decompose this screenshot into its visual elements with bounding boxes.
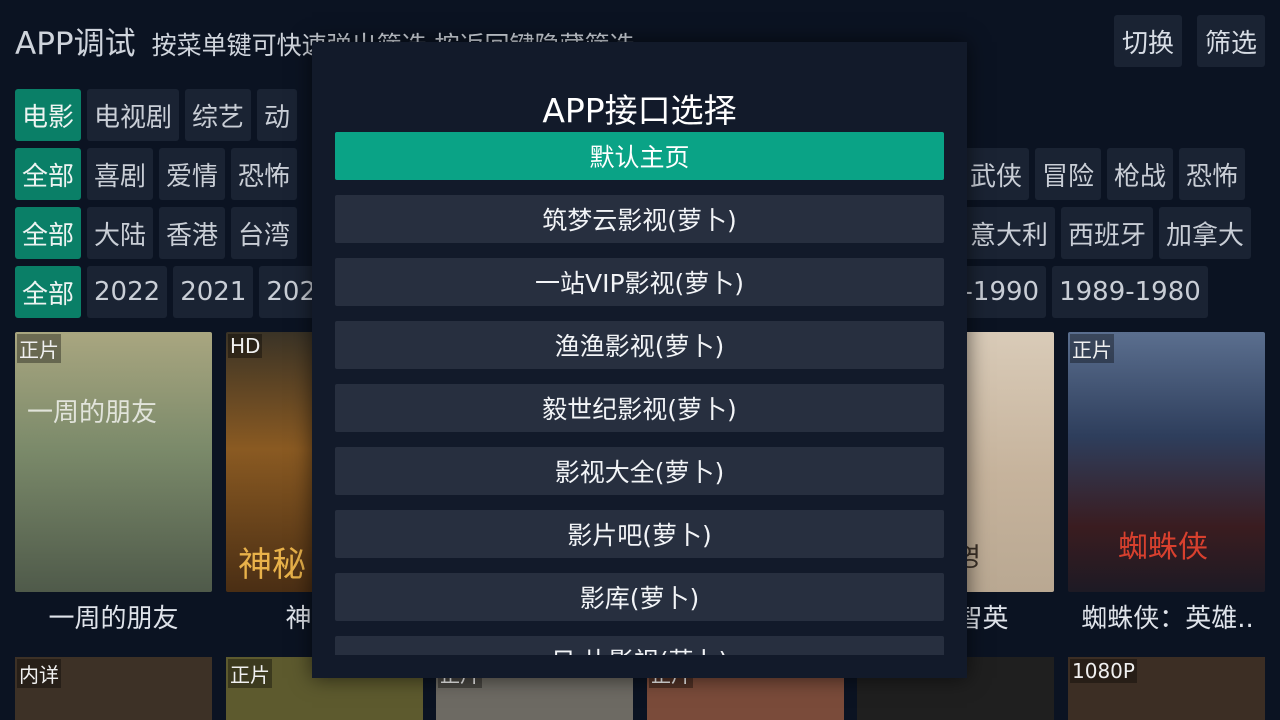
api-option[interactable]: 渔渔影视(萝卜) <box>335 321 944 369</box>
api-option[interactable]: 筑梦云影视(萝卜) <box>335 195 944 243</box>
genre-chip[interactable]: 爱情 <box>159 148 226 200</box>
genre-chip[interactable]: 冒险 <box>1035 148 1102 200</box>
genre-chip[interactable]: 恐怖 <box>1179 148 1246 200</box>
region-chip[interactable]: 台湾 <box>231 207 298 259</box>
poster-art-text: 蜘蛛侠 <box>1118 530 1208 565</box>
quality-badge: 正片 <box>228 659 272 688</box>
api-option[interactable]: 影视大全(萝卜) <box>335 447 944 495</box>
api-option-list[interactable]: 默认主页 筑梦云影视(萝卜) 一站VIP影视(萝卜) 渔渔影视(萝卜) 毅世纪影… <box>335 132 944 655</box>
switch-button[interactable]: 切换 <box>1114 15 1183 67</box>
app-title: APP调试 <box>15 26 136 62</box>
region-chip[interactable]: 大陆 <box>87 207 154 259</box>
quality-badge: 正片 <box>1070 334 1114 363</box>
api-select-dialog: APP接口选择 默认主页 筑梦云影视(萝卜) 一站VIP影视(萝卜) 渔渔影视(… <box>312 42 967 678</box>
category-row: 电影 电视剧 综艺动 <box>15 89 303 141</box>
year-row-right: 9-1990 1989-1980 <box>940 266 1214 318</box>
genre-row: 全部 喜剧 爱情 恐怖 <box>15 148 303 200</box>
quality-badge: 正片 <box>17 334 61 363</box>
region-chip[interactable]: 西班牙 <box>1061 207 1154 259</box>
poster-title[interactable]: 蜘蛛侠：英雄.. <box>1062 598 1273 635</box>
year-chip-all[interactable]: 全部 <box>15 266 82 318</box>
poster-art-text: 一周的朋友 <box>27 398 158 428</box>
year-chip[interactable]: 1989-1980 <box>1052 266 1208 318</box>
genre-chip-all[interactable]: 全部 <box>15 148 82 200</box>
filter-button[interactable]: 筛选 <box>1197 15 1266 67</box>
genre-row-right: 武侠 冒险 枪战 恐怖 <box>963 148 1251 200</box>
api-option[interactable]: 日 片影视(萝卜) <box>335 636 944 655</box>
poster-card[interactable]: 正片 一周的朋友 <box>15 332 212 592</box>
poster-title[interactable]: 一周的朋友 <box>8 598 219 635</box>
dialog-title: APP接口选择 <box>542 91 737 130</box>
api-option[interactable]: 影片吧(萝卜) <box>335 510 944 558</box>
region-chip[interactable]: 加拿大 <box>1159 207 1252 259</box>
category-chip-tv[interactable]: 电视剧 <box>87 89 180 141</box>
genre-chip[interactable]: 恐怖 <box>231 148 298 200</box>
category-chip-anime[interactable]: 动 <box>257 89 298 141</box>
quality-badge: 1080P <box>1070 659 1137 683</box>
genre-chip[interactable]: 枪战 <box>1107 148 1174 200</box>
quality-badge: HD <box>228 334 263 358</box>
api-option[interactable]: 毅世纪影视(萝卜) <box>335 384 944 432</box>
quality-badge: 内详 <box>17 659 61 688</box>
api-option[interactable]: 一站VIP影视(萝卜) <box>335 258 944 306</box>
region-row: 全部 大陆 香港 台湾 <box>15 207 303 259</box>
year-row: 全部 2022 2021 202 <box>15 266 329 318</box>
poster-card[interactable]: 内详 <box>15 657 212 720</box>
region-chip-all[interactable]: 全部 <box>15 207 82 259</box>
year-chip[interactable]: 2022 <box>87 266 168 318</box>
region-row-right: 意大利 西班牙 加拿大 <box>963 207 1257 259</box>
region-chip[interactable]: 意大利 <box>963 207 1056 259</box>
poster-art-text: 神秘 <box>238 545 306 585</box>
poster-card[interactable]: 正片 蜘蛛侠 <box>1068 332 1265 592</box>
genre-chip[interactable]: 喜剧 <box>87 148 154 200</box>
genre-chip[interactable]: 武侠 <box>963 148 1030 200</box>
category-chip-variety[interactable]: 综艺 <box>185 89 252 141</box>
category-chip-movie[interactable]: 电影 <box>15 89 82 141</box>
year-chip[interactable]: 2021 <box>173 266 254 318</box>
poster-card[interactable]: 1080P <box>1068 657 1265 720</box>
api-option[interactable]: 影库(萝卜) <box>335 573 944 621</box>
region-chip[interactable]: 香港 <box>159 207 226 259</box>
api-option-default[interactable]: 默认主页 <box>335 132 944 180</box>
